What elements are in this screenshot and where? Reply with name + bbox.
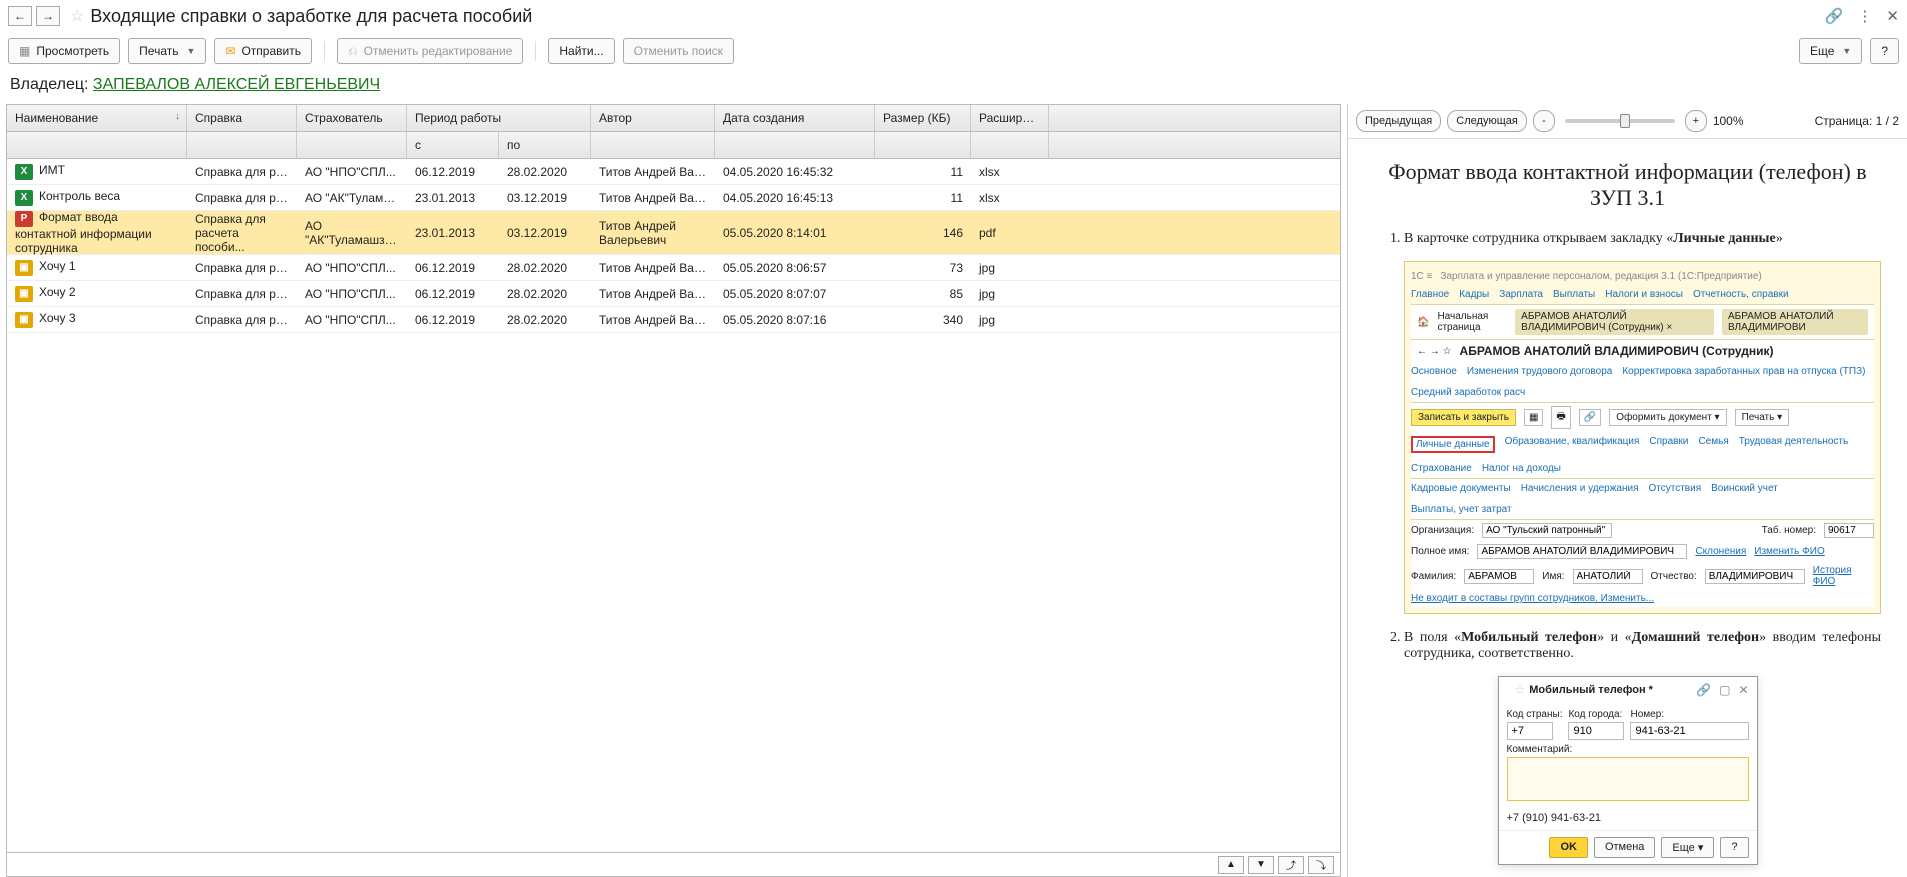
phone-cancel: Отмена <box>1594 837 1655 858</box>
next-page-button[interactable]: Следующая <box>1447 110 1527 132</box>
owner-label: Владелец: <box>10 76 88 93</box>
help-button[interactable]: ? <box>1870 38 1899 64</box>
link-icon[interactable]: 🔗 <box>1825 7 1844 25</box>
chevron-down-icon: ▼ <box>186 46 195 56</box>
page-title: Входящие справки о заработке для расчета… <box>90 6 532 27</box>
table-row[interactable]: ▣Хочу 1Справка для ра...АО "НПО"СПЛ...06… <box>7 255 1340 281</box>
prev-page-button[interactable]: Предыдущая <box>1356 110 1441 132</box>
table-body: XИМТСправка для ра...АО "НПО"СПЛ...06.12… <box>7 159 1340 852</box>
table-row[interactable]: XИМТСправка для ра...АО "НПО"СПЛ...06.12… <box>7 159 1340 185</box>
zoom-in-button[interactable]: + <box>1685 110 1707 132</box>
col-to[interactable]: по <box>499 132 591 158</box>
table-row[interactable]: ▣Хочу 3Справка для ра...АО "НПО"СПЛ...06… <box>7 307 1340 333</box>
zoom-slider[interactable] <box>1565 119 1675 123</box>
table-row[interactable]: ▣Хочу 2Справка для ра...АО "НПО"СПЛ...06… <box>7 281 1340 307</box>
zoom-value: 100% <box>1713 114 1744 128</box>
nav-forward-button[interactable]: → <box>36 6 60 26</box>
mail-icon: ✉ <box>225 44 235 58</box>
jpg-file-icon: ▣ <box>15 312 33 328</box>
table-header: Наименование Справка Страхователь Период… <box>7 105 1340 132</box>
send-button[interactable]: ✉Отправить <box>214 38 312 64</box>
attach-icon: 🔗 <box>1696 683 1711 697</box>
cancel-edit-button[interactable]: ⎌Отменить редактирование <box>337 38 523 64</box>
phone-ok: OK <box>1549 837 1588 858</box>
print-button[interactable]: Печать▼ <box>128 38 206 64</box>
pager-up[interactable]: ▲ <box>1218 856 1244 874</box>
more-button[interactable]: Еще▼ <box>1799 38 1862 64</box>
doc-title: Формат ввода контактной информации (теле… <box>1374 159 1881 211</box>
kebab-menu-icon[interactable]: ⋮ <box>1857 7 1872 25</box>
col-from[interactable]: с <box>407 132 499 158</box>
table-row[interactable]: PФормат ввода контактной информации сотр… <box>7 211 1340 255</box>
document-icon: ▦ <box>19 44 30 58</box>
close-icon: ✕ <box>1738 683 1748 697</box>
chevron-down-icon: ▼ <box>1842 46 1851 56</box>
col-period[interactable]: Период работы <box>407 105 591 131</box>
col-author[interactable]: Автор <box>591 105 715 131</box>
cancel-icon: ⎌ <box>348 44 358 59</box>
phone-help: ? <box>1720 837 1748 858</box>
col-name[interactable]: Наименование <box>7 105 187 131</box>
cancel-search-button[interactable]: Отменить поиск <box>623 38 734 64</box>
col-ext[interactable]: Расширение <box>971 105 1049 131</box>
table-row[interactable]: XКонтроль весаСправка для ра...АО "АК"Ту… <box>7 185 1340 211</box>
owner-link[interactable]: ЗАПЕВАЛОВ АЛЕКСЕЙ ЕВГЕНЬЕВИЧ <box>93 76 380 93</box>
doc-step-1: В карточке сотрудника открываем закладку… <box>1404 231 1881 247</box>
jpg-file-icon: ▣ <box>15 286 33 302</box>
xlsx-file-icon: X <box>15 164 33 180</box>
pager-down[interactable]: ▼ <box>1248 856 1274 874</box>
pager-end-down[interactable]: ⤵ <box>1308 856 1334 874</box>
pdf-file-icon: P <box>15 211 33 227</box>
col-created[interactable]: Дата создания <box>715 105 875 131</box>
embedded-screenshot-1: 1C ≡ Зарплата и управление персоналом, р… <box>1404 261 1881 614</box>
embedded-phone-dialog: ☆ Мобильный телефон * 🔗 ▢ ✕ Код страны: … <box>1498 676 1758 865</box>
table-subheader: с по <box>7 132 1340 159</box>
xlsx-file-icon: X <box>15 190 33 206</box>
zoom-out-button[interactable]: - <box>1533 110 1555 132</box>
view-button[interactable]: ▦Просмотреть <box>8 38 120 64</box>
save-and-close: Записать и закрыть <box>1411 409 1516 426</box>
col-ref[interactable]: Справка <box>187 105 297 131</box>
pager-end-up[interactable]: ⤴ <box>1278 856 1304 874</box>
nav-back-button[interactable]: ← <box>8 6 32 26</box>
jpg-file-icon: ▣ <box>15 260 33 276</box>
col-size[interactable]: Размер (КБ) <box>875 105 971 131</box>
page-indicator: Страница: 1 / 2 <box>1815 114 1899 128</box>
close-icon[interactable]: ✕ <box>1886 7 1899 25</box>
favorite-star-icon[interactable]: ☆ <box>70 6 84 26</box>
col-insurer[interactable]: Страхователь <box>297 105 407 131</box>
find-button[interactable]: Найти... <box>548 38 614 64</box>
phone-comment <box>1507 757 1749 801</box>
window-icon: ▢ <box>1719 683 1730 697</box>
doc-step-2: В поля «Мобильный телефон» и «Домашний т… <box>1404 630 1881 662</box>
phone-more: Еще ▾ <box>1661 837 1714 858</box>
